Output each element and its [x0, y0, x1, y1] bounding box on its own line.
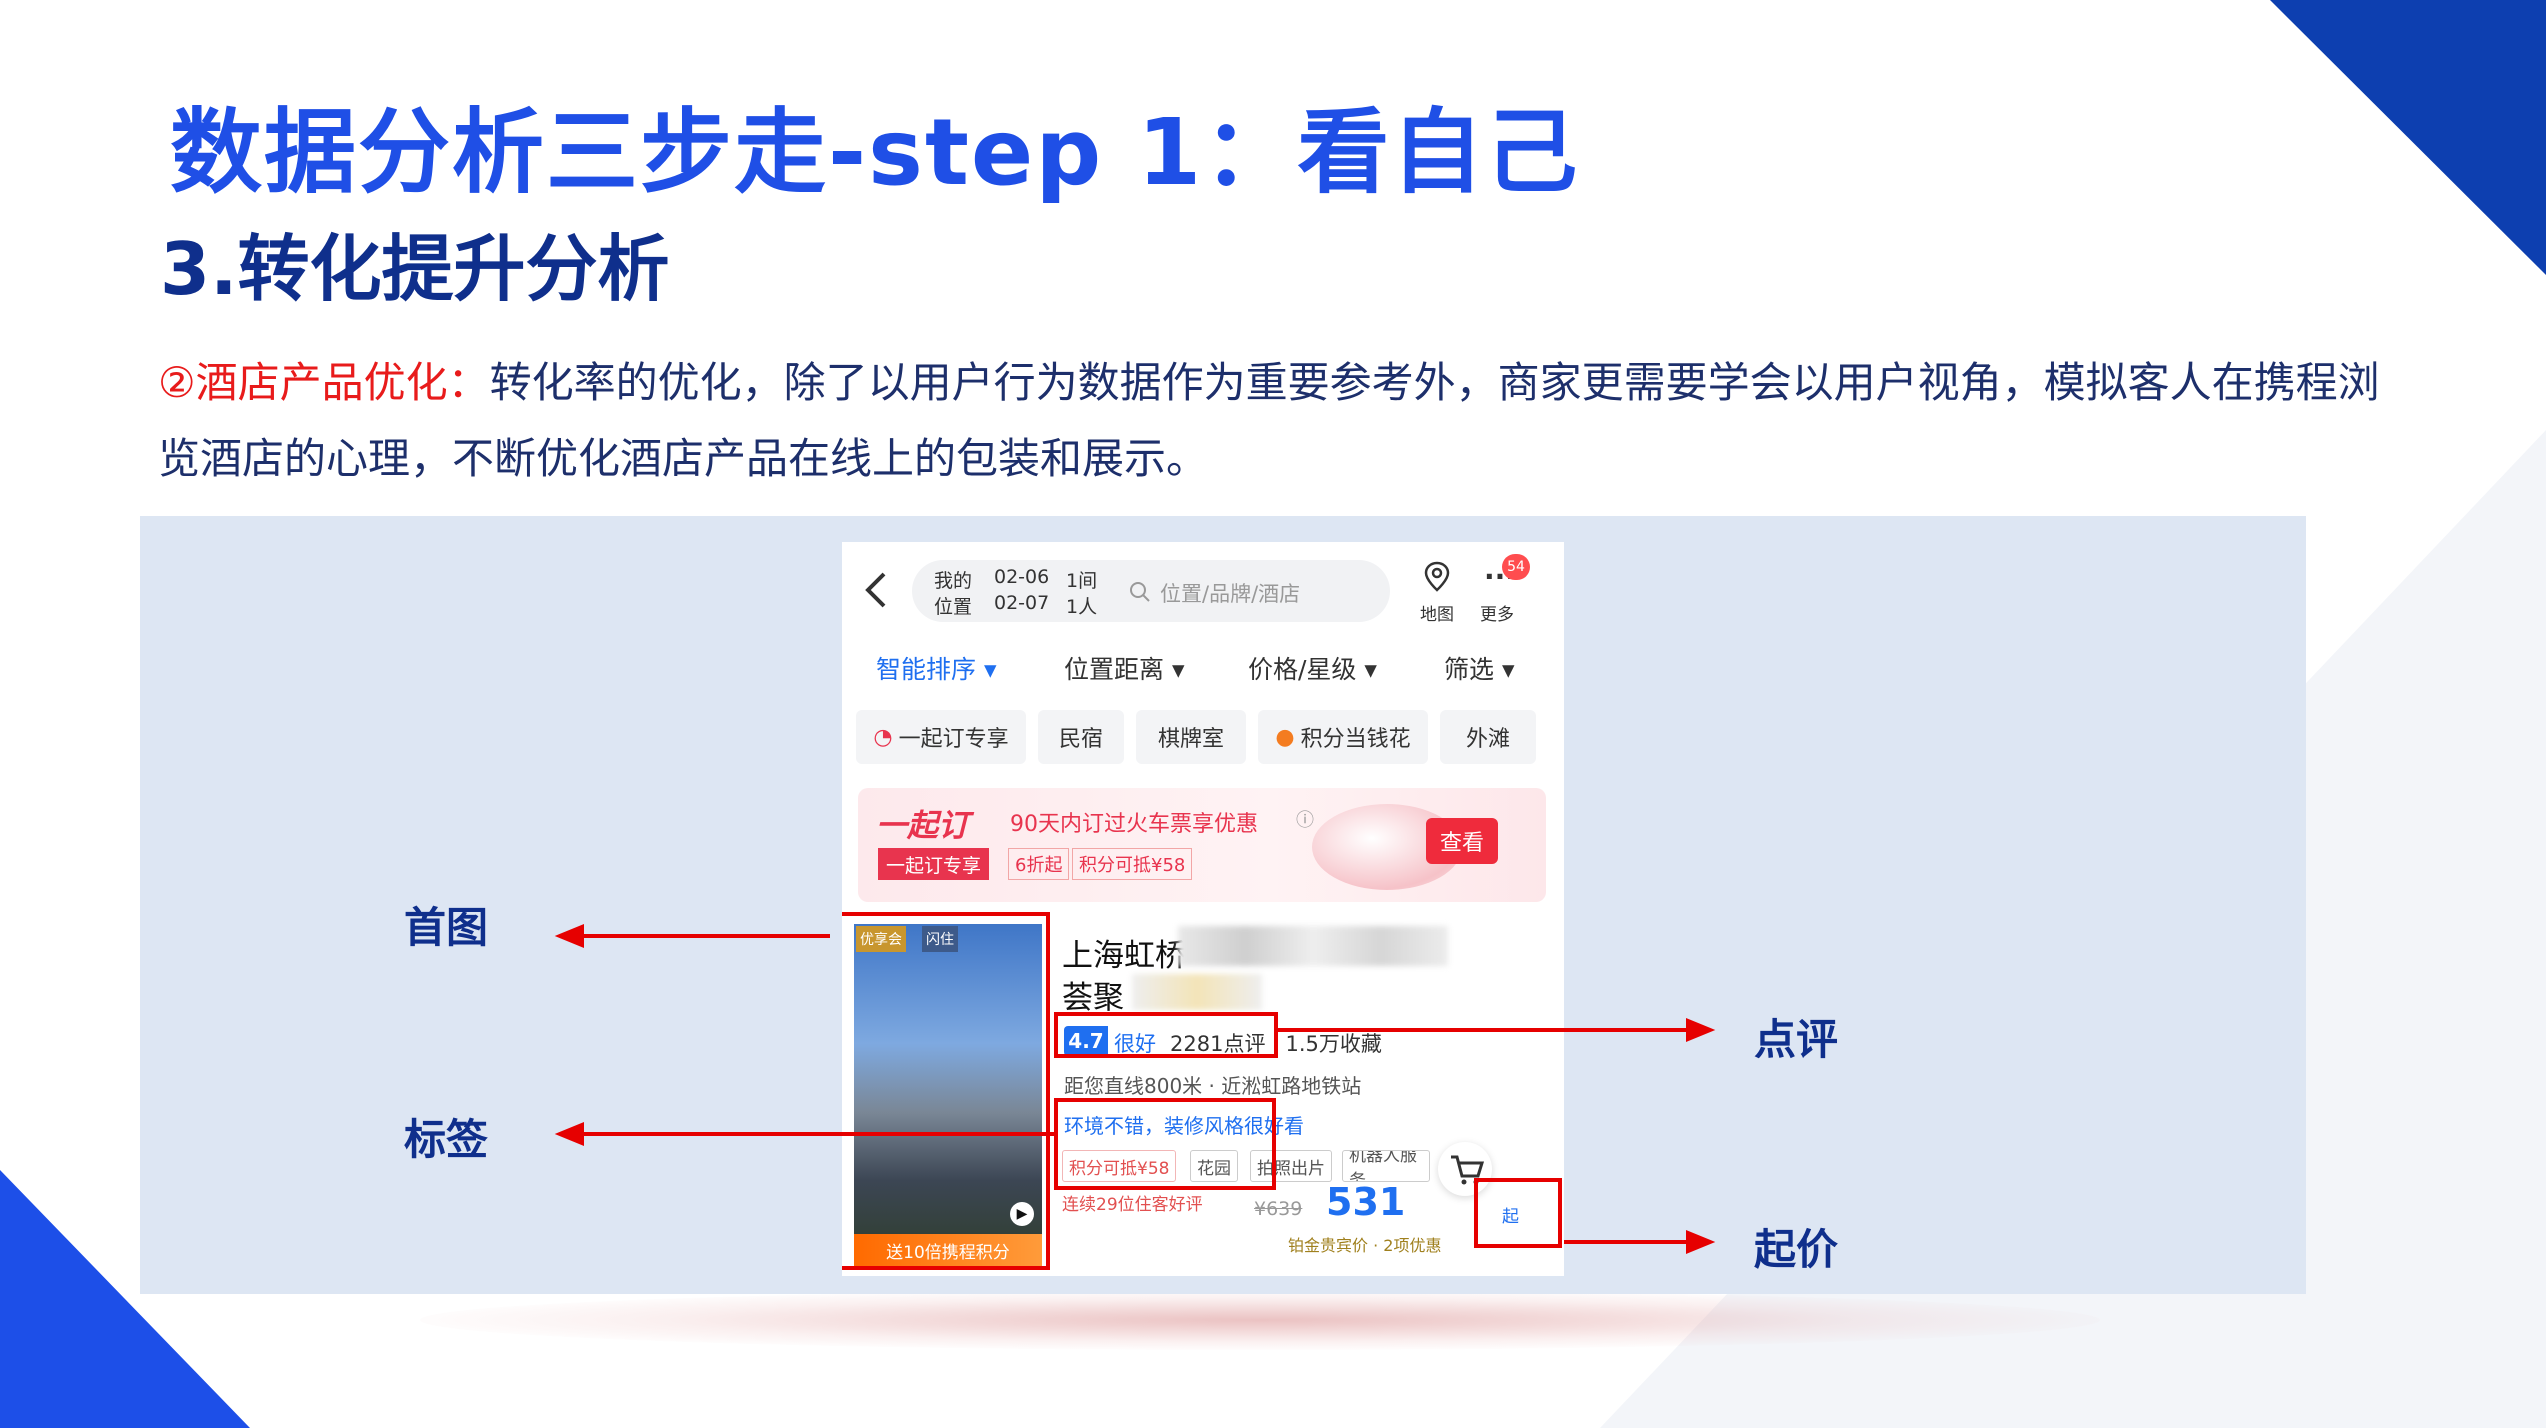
callout-label-review: 点评	[1754, 1015, 1839, 1064]
callout-label-price: 起价	[1754, 1225, 1839, 1274]
callout-label-first-image: 首图	[404, 903, 489, 952]
arrow-head-first-image	[554, 924, 584, 948]
arrow-head-review	[1686, 1018, 1716, 1042]
arrow-head-tags	[554, 1122, 584, 1146]
callout-arrows	[554, 924, 1716, 1254]
arrow-head-price	[1686, 1230, 1716, 1254]
callout-label-tags: 标签	[404, 1115, 489, 1164]
